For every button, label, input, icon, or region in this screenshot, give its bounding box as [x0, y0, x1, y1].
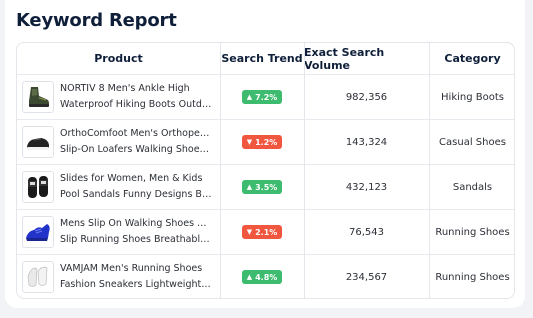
search-volume-cell: 982,356 [345, 91, 388, 103]
arrow-up-icon: ▲ [246, 273, 253, 281]
arrow-down-icon: ▼ [246, 138, 253, 146]
product-cell: OrthoComfoot Men's Orthopedic Slip-On Lo… [17, 120, 220, 164]
column-divider [220, 43, 221, 298]
table-row[interactable]: VAMJAM Men's Running Shoes Fashion Sneak… [17, 255, 514, 298]
column-divider [304, 43, 305, 298]
column-header-search-trend[interactable]: Search Trend [220, 43, 304, 74]
table-row[interactable]: OrthoComfoot Men's Orthopedic Slip-On Lo… [17, 120, 514, 165]
product-cell: Slides for Women, Men & Kids Pool Sandal… [17, 165, 220, 209]
search-volume-cell: 76,543 [349, 226, 384, 238]
category-cell: Casual Shoes [439, 136, 506, 148]
arrow-up-icon: ▲ [246, 93, 253, 101]
arrow-up-icon: ▲ [246, 183, 253, 191]
loafer-shoe-icon [22, 126, 54, 158]
search-volume-cell: 432,123 [345, 181, 388, 193]
search-trend-cell: ▲ 4.8% [220, 255, 304, 298]
table-row[interactable]: Slides for Women, Men & Kids Pool Sandal… [17, 165, 514, 210]
keyword-table: Product Search Trend Exact Search Volume… [16, 42, 515, 299]
table-header-row: Product Search Trend Exact Search Volume… [17, 43, 514, 75]
search-volume-cell: 234,567 [345, 271, 388, 283]
category-cell: Sandals [452, 181, 493, 193]
product-name: VAMJAM Men's Running Shoes Fashion Sneak… [60, 263, 213, 290]
table-row[interactable]: Mens Slip On Walking Shoes Non Slip Runn… [17, 210, 514, 255]
column-header-product[interactable]: Product [17, 43, 220, 74]
search-volume-cell: 143,324 [345, 136, 388, 148]
search-trend-cell: ▲ 3.5% [220, 165, 304, 209]
category-cell: Running Shoes [435, 271, 510, 283]
table-row[interactable]: NORTIV 8 Men's Ankle High Waterproof Hik… [17, 75, 514, 120]
arrow-down-icon: ▼ [246, 228, 253, 236]
product-cell: NORTIV 8 Men's Ankle High Waterproof Hik… [17, 75, 220, 119]
trend-badge-up: ▲ 3.5% [241, 180, 283, 194]
trend-badge-up: ▲ 7.2% [241, 90, 283, 104]
white-sneaker-icon [22, 261, 54, 293]
slide-sandal-icon [22, 171, 54, 203]
column-header-exact-search-volume[interactable]: Exact Search Volume [304, 43, 429, 74]
trend-badge-down: ▼ 1.2% [241, 135, 283, 149]
product-cell: Mens Slip On Walking Shoes Non Slip Runn… [17, 210, 220, 254]
column-divider [429, 43, 430, 298]
trend-badge-up: ▲ 4.8% [241, 270, 283, 284]
category-cell: Running Shoes [435, 226, 510, 238]
search-trend-cell: ▼ 1.2% [220, 120, 304, 164]
running-shoe-icon [22, 216, 54, 248]
column-header-category[interactable]: Category [429, 43, 514, 74]
category-cell: Hiking Boots [441, 91, 504, 103]
keyword-report-card: Keyword Report Product Search Trend Exac… [5, 0, 525, 308]
search-trend-cell: ▲ 7.2% [220, 75, 304, 119]
product-name: OrthoComfoot Men's Orthopedic Slip-On Lo… [60, 128, 213, 155]
trend-badge-down: ▼ 2.1% [241, 225, 283, 239]
product-cell: VAMJAM Men's Running Shoes Fashion Sneak… [17, 255, 220, 298]
hiking-boot-icon [22, 81, 54, 113]
search-trend-cell: ▼ 2.1% [220, 210, 304, 254]
product-name: Mens Slip On Walking Shoes Non Slip Runn… [60, 218, 213, 245]
product-name: NORTIV 8 Men's Ankle High Waterproof Hik… [60, 83, 213, 110]
product-name: Slides for Women, Men & Kids Pool Sandal… [60, 173, 213, 200]
page-title: Keyword Report [16, 10, 177, 31]
